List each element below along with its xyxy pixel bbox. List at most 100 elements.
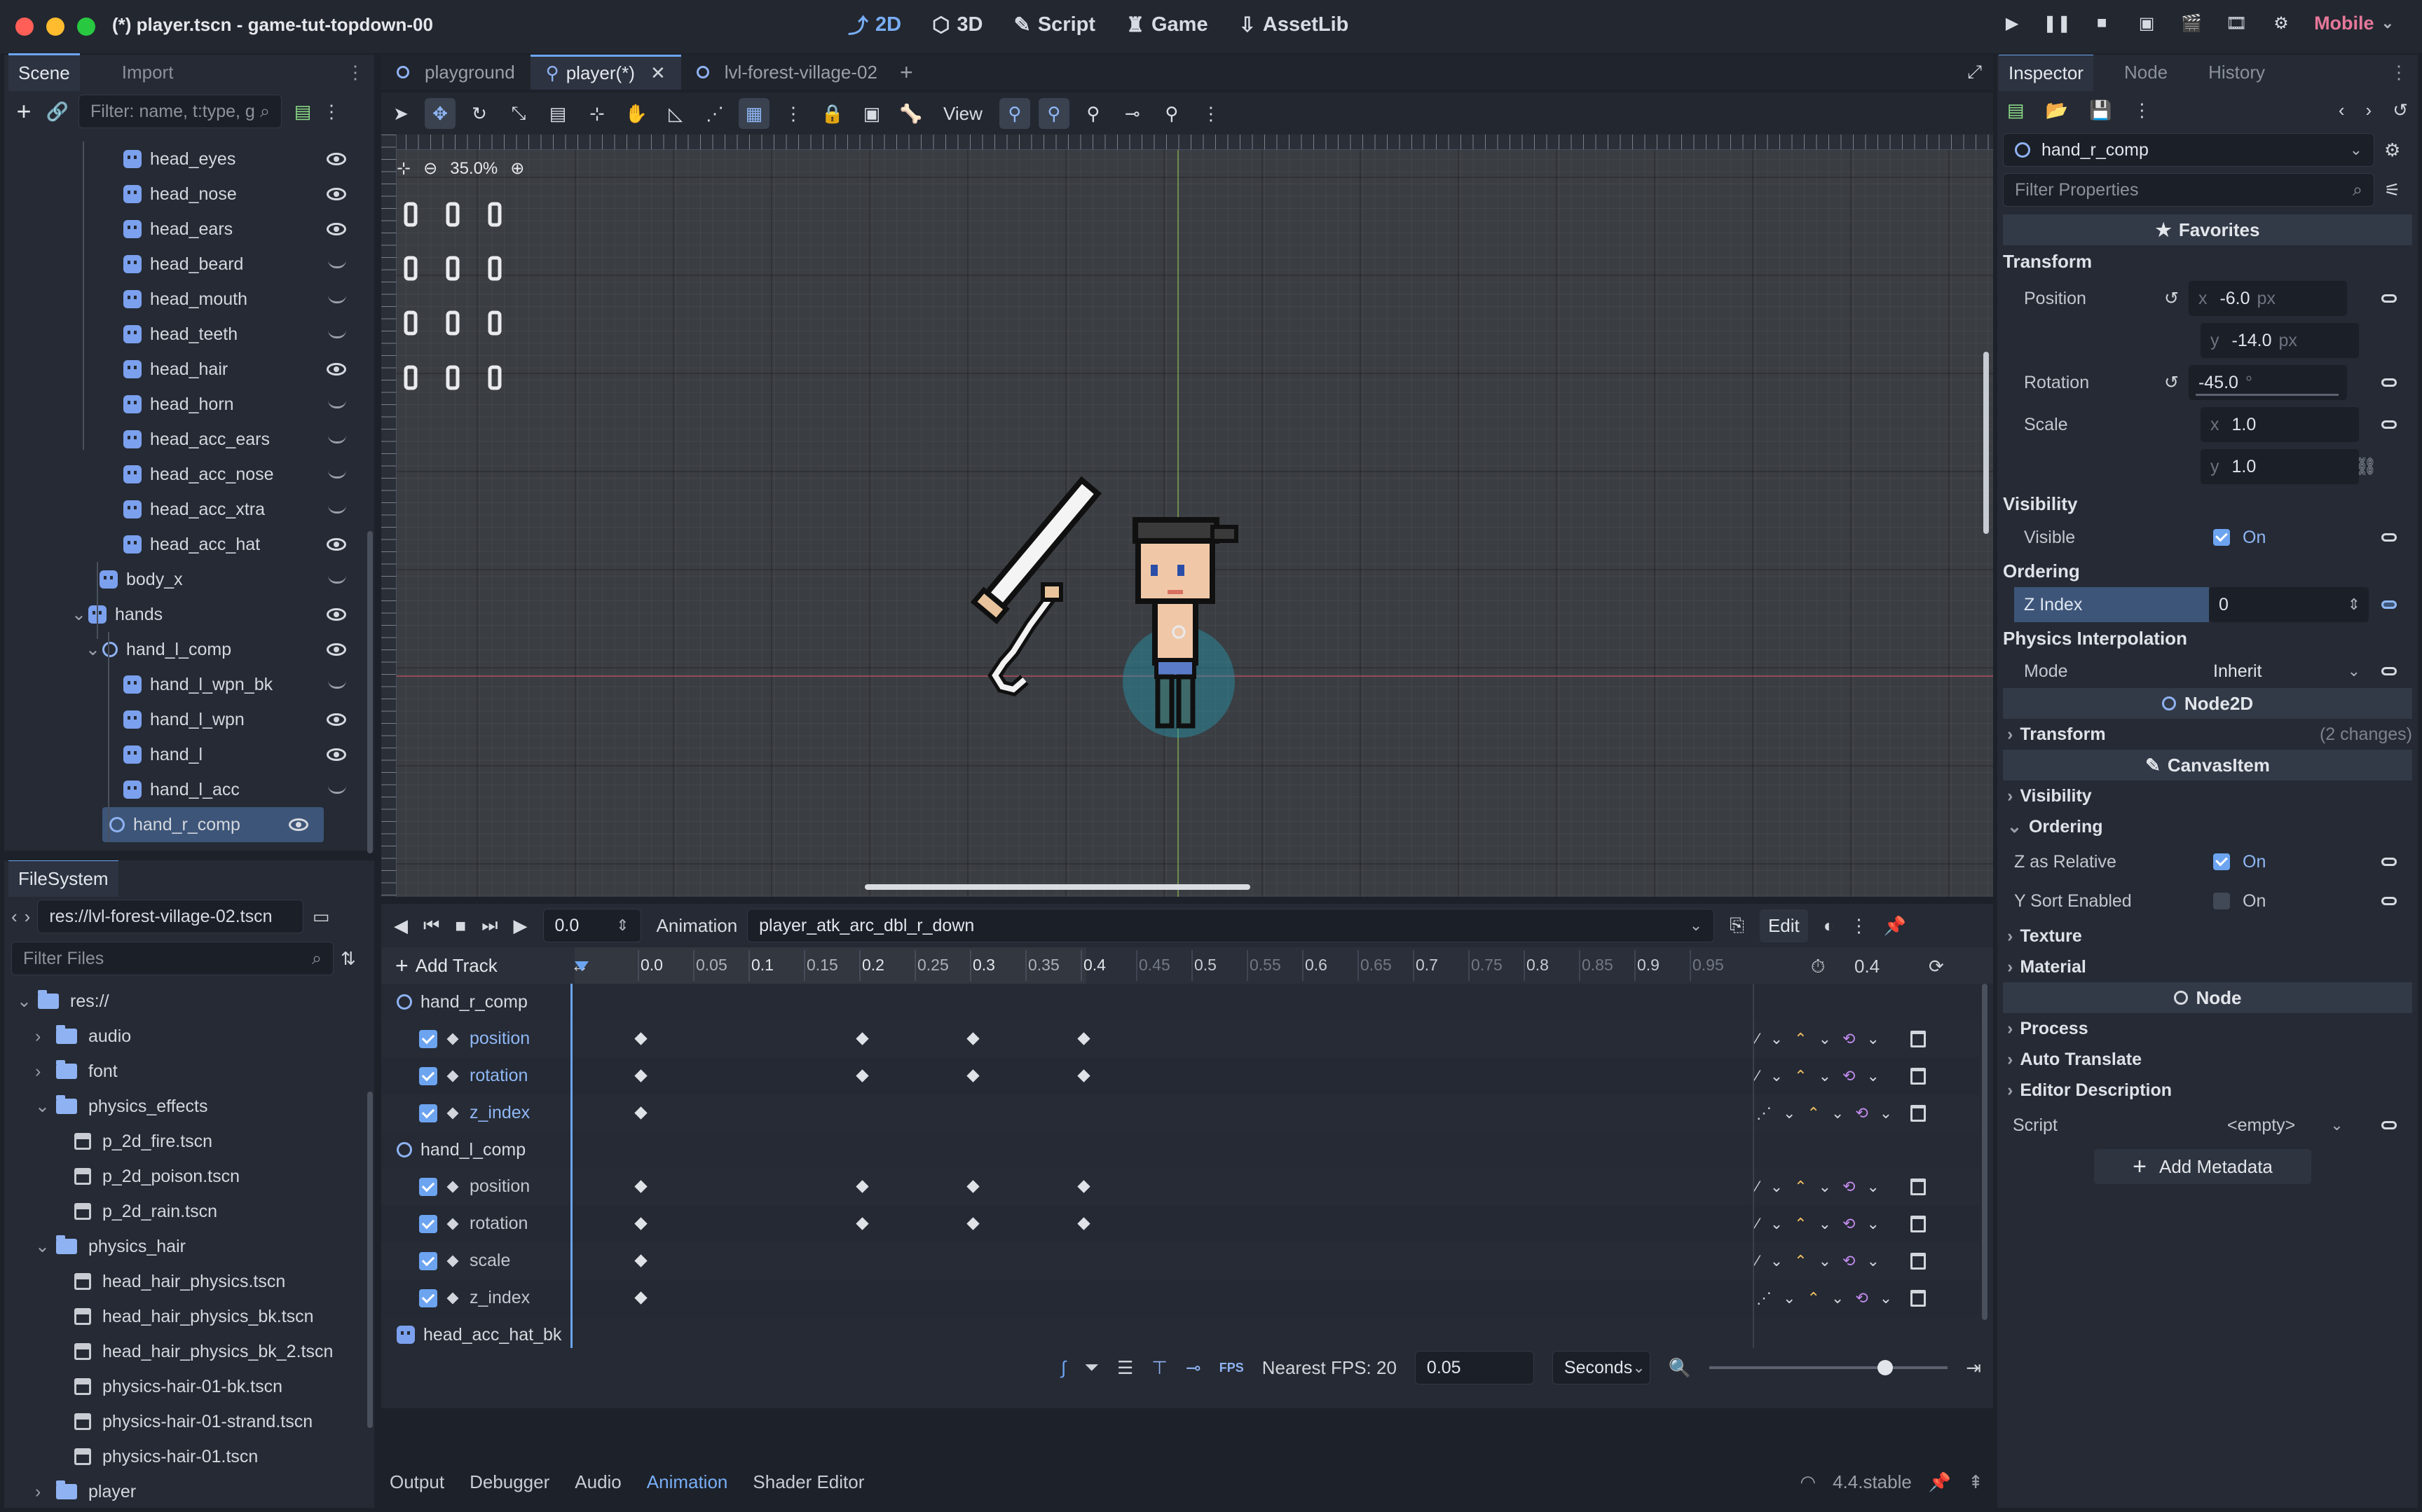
- keyframe[interactable]: [856, 1217, 869, 1230]
- snap-timeline-icon[interactable]: ⊤: [1151, 1357, 1168, 1379]
- chevron-down-icon[interactable]: ⌄: [1831, 1104, 1844, 1122]
- update-mode-icon[interactable]: ⌃: [1794, 1178, 1807, 1196]
- object-path-select[interactable]: hand_r_comp ⌄: [2003, 133, 2374, 167]
- file-item[interactable]: head_hair_physics.tscn: [4, 1264, 374, 1299]
- canvasitem-ordering-subsection[interactable]: ⌄ Ordering: [2003, 811, 2412, 842]
- file-item[interactable]: head_hair_physics_bk_2.tscn: [4, 1334, 374, 1369]
- save-icon[interactable]: 💾: [2089, 99, 2112, 121]
- interp-icon[interactable]: ⁄: [1756, 1067, 1759, 1085]
- delete-track-icon[interactable]: [1910, 1289, 1926, 1307]
- scene-node-hand-l-comp[interactable]: ⌄ hand_l_comp: [4, 632, 362, 667]
- visibility-icon[interactable]: [327, 363, 346, 376]
- filter-icon[interactable]: ⏷: [1084, 1356, 1099, 1379]
- close-icon[interactable]: ✕: [650, 62, 666, 84]
- tab-output[interactable]: Output: [390, 1471, 444, 1493]
- time-ruler[interactable]: 0.0 0.05 0.1 0.15 0.2 0.25 0.3 0.35 0.4 0.45 0.5 0.…: [575, 947, 1724, 984]
- delete-track-icon[interactable]: [1910, 1215, 1926, 1232]
- play-icon[interactable]: ▶: [514, 915, 528, 937]
- scene-node-head-eyes[interactable]: head_eyes: [4, 142, 362, 177]
- file-item[interactable]: p_2d_poison.tscn: [4, 1159, 374, 1194]
- add-node-icon[interactable]: +: [11, 97, 36, 126]
- chevron-down-icon[interactable]: ⌄: [1819, 1067, 1831, 1085]
- stop-icon[interactable]: ■: [2090, 11, 2114, 35]
- chevron-down-icon[interactable]: ⌄: [1819, 1215, 1831, 1233]
- key-position-icon[interactable]: ⚲: [999, 98, 1030, 129]
- loop-wrap-icon[interactable]: ⟲: [1842, 1215, 1855, 1233]
- toolbar-more-icon[interactable]: ⋮: [1196, 98, 1226, 129]
- hidden-icon[interactable]: [328, 680, 346, 689]
- stop-icon[interactable]: ■: [455, 915, 466, 937]
- track-row[interactable]: scale ⁄ ⌄ ⌃ ⌄ ⟲ ⌄: [381, 1242, 1979, 1279]
- scene-node-hand-l-acc[interactable]: hand_l_acc: [4, 772, 362, 807]
- interp-icon[interactable]: ⁄: [1756, 1215, 1759, 1233]
- visibility-icon[interactable]: [327, 223, 346, 235]
- scene-node-head-teeth[interactable]: head_teeth: [4, 317, 362, 352]
- file-item[interactable]: physics-hair-01-bk.tscn: [4, 1369, 374, 1404]
- z-index-field[interactable]: 0 ⇕: [2209, 587, 2369, 622]
- delete-track-icon[interactable]: [1910, 1178, 1926, 1195]
- hidden-icon[interactable]: [328, 330, 346, 338]
- autoplay-icon[interactable]: ⎘: [1730, 914, 1744, 937]
- viewport-h-scrollbar[interactable]: [865, 884, 1250, 890]
- track-row[interactable]: rotation ⁄ ⌄ ⌃ ⌄ ⟲ ⌄: [381, 1057, 1979, 1094]
- mode-3d-button[interactable]: ⬡ 3D: [932, 13, 983, 37]
- position-x-field[interactable]: x -6.0 px: [2188, 281, 2347, 316]
- zoom-out-icon[interactable]: ⊖: [423, 158, 437, 179]
- visibility-icon[interactable]: [327, 713, 346, 726]
- stepper-icon[interactable]: ⇕: [2348, 596, 2360, 614]
- visibility-icon[interactable]: [327, 538, 346, 551]
- key-icon[interactable]: [2381, 667, 2397, 675]
- stepper-icon[interactable]: ⇕: [616, 916, 629, 935]
- add-track-button[interactable]: + Add Track: [381, 953, 570, 979]
- delete-track-icon[interactable]: [1910, 1252, 1926, 1270]
- hidden-icon[interactable]: [328, 260, 346, 268]
- edit-menu[interactable]: Edit: [1759, 909, 1808, 942]
- keyframe[interactable]: [1077, 1069, 1090, 1083]
- scene-node-head-nose[interactable]: head_nose: [4, 177, 362, 212]
- expand-bottom-panel-icon[interactable]: ⇞: [1968, 1471, 1983, 1493]
- group-icon[interactable]: ▣: [856, 98, 887, 129]
- node2d-transform-subsection[interactable]: › Transform (2 changes): [2003, 719, 2412, 750]
- chevron-down-icon[interactable]: ⌄: [1866, 1178, 1879, 1196]
- track-row[interactable]: z_index ⋰ ⌄ ⌃ ⌄ ⟲ ⌄: [381, 1279, 1979, 1317]
- tab-shader-editor[interactable]: Shader Editor: [753, 1471, 864, 1493]
- animation-length[interactable]: 0.4: [1854, 956, 1880, 977]
- track-enable-checkbox[interactable]: [419, 1104, 437, 1122]
- keyframe[interactable]: [856, 1180, 869, 1193]
- scene-node-head-beard[interactable]: head_beard: [4, 247, 362, 282]
- chevron-down-icon[interactable]: ⌄: [1831, 1289, 1844, 1307]
- select-tool-icon[interactable]: ➤: [385, 98, 416, 129]
- hidden-icon[interactable]: [328, 785, 346, 794]
- tab-filesystem[interactable]: FileSystem: [8, 860, 118, 897]
- snap-options-icon[interactable]: ⋮: [778, 98, 809, 129]
- move-tool-icon[interactable]: ✥: [425, 98, 456, 129]
- tab-lvl-forest-village[interactable]: lvl-forest-village-02: [681, 55, 893, 90]
- hidden-icon[interactable]: [328, 505, 346, 514]
- animation-menu[interactable]: Animation: [657, 915, 738, 937]
- filesystem-filter-input[interactable]: Filter Files ⌕: [11, 942, 334, 975]
- scene-menu-icon[interactable]: ⋮: [322, 101, 341, 123]
- key-icon[interactable]: [2381, 378, 2397, 387]
- visibility-icon[interactable]: [327, 188, 346, 200]
- track-group-hand-l-comp[interactable]: hand_l_comp: [381, 1132, 1979, 1168]
- interp-icon[interactable]: ⁄: [1756, 1252, 1759, 1270]
- scene-node-body-x[interactable]: body_x: [4, 562, 362, 597]
- scene-node-hand-l-wpn[interactable]: hand_l_wpn: [4, 702, 362, 737]
- view-menu[interactable]: View: [935, 103, 991, 125]
- canvasitem-visibility-subsection[interactable]: › Visibility: [2003, 781, 2412, 811]
- tab-player[interactable]: ⚲ player(*) ✕: [530, 55, 681, 90]
- keyframe[interactable]: [634, 1180, 648, 1193]
- ordering-section[interactable]: Ordering: [2003, 555, 2412, 587]
- track-row[interactable]: position ⁄ ⌄ ⌃ ⌄ ⟲ ⌄: [381, 1020, 1979, 1057]
- smart-snap-icon[interactable]: ⋰: [699, 98, 730, 129]
- update-mode-icon[interactable]: ⌃: [1807, 1289, 1819, 1307]
- chevron-down-icon[interactable]: ⌄: [1866, 1252, 1879, 1270]
- scene-tree-scrollbar[interactable]: [367, 531, 373, 853]
- keyframe[interactable]: [1077, 1217, 1090, 1230]
- keyframe[interactable]: [856, 1032, 869, 1045]
- pause-icon[interactable]: ❚❚: [2043, 11, 2071, 35]
- viewport-v-scrollbar[interactable]: [1983, 352, 1989, 534]
- folder-item[interactable]: ⌄ res://: [4, 984, 374, 1019]
- chevron-down-icon[interactable]: ⌄: [1866, 1215, 1879, 1233]
- process-subsection[interactable]: › Process: [2003, 1013, 2412, 1044]
